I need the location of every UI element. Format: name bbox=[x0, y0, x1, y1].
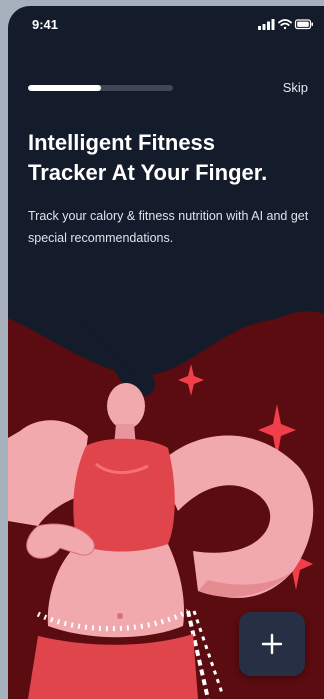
belly-button bbox=[117, 613, 123, 619]
onboarding-progress-bar bbox=[28, 85, 173, 91]
onboarding-progress-fill bbox=[28, 85, 101, 91]
add-button[interactable] bbox=[239, 612, 305, 676]
sports-top bbox=[73, 438, 175, 552]
onboarding-screen: 9:41 Skip Intelligent Fitness Tracker At… bbox=[8, 6, 324, 699]
page-title-line-1: Intelligent Fitness bbox=[28, 130, 216, 155]
wifi-icon bbox=[278, 19, 292, 30]
signal-icon bbox=[258, 19, 275, 30]
status-bar: 9:41 bbox=[8, 6, 324, 40]
status-time: 9:41 bbox=[32, 17, 59, 32]
page-title: Intelligent Fitness Tracker At Your Fing… bbox=[28, 128, 318, 188]
status-icons bbox=[258, 19, 313, 30]
face bbox=[107, 383, 145, 429]
page-subtitle: Track your calory & fitness nutrition wi… bbox=[28, 209, 309, 245]
skip-button[interactable]: Skip bbox=[283, 80, 308, 95]
plus-icon bbox=[261, 633, 283, 655]
battery-icon bbox=[294, 19, 313, 30]
page-title-line-2: Tracker At Your Finger. bbox=[28, 160, 268, 185]
